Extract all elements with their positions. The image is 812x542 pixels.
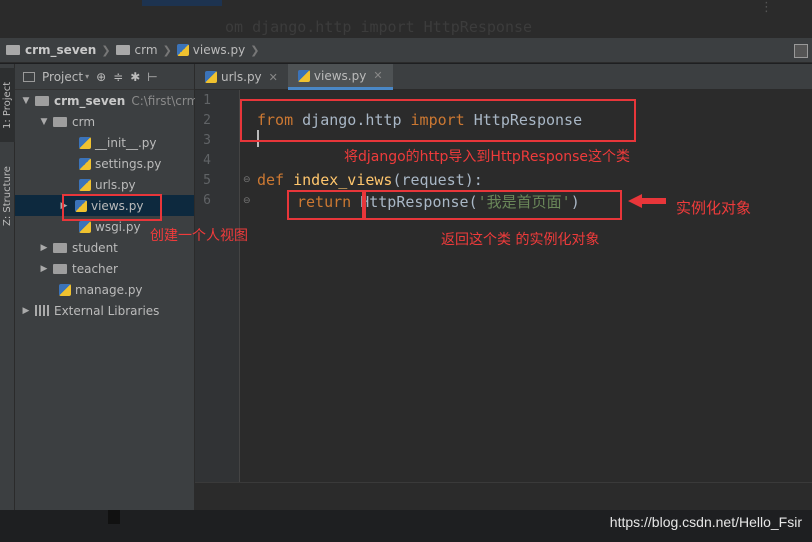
python-file-icon: [297, 69, 310, 82]
breadcrumb-item-project[interactable]: crm_seven: [6, 43, 96, 57]
python-file-icon: [205, 71, 217, 83]
tree-item-manage[interactable]: manage.py: [59, 279, 143, 300]
hide-panel-icon[interactable]: ⊢: [147, 70, 157, 84]
tab-views[interactable]: views.py ✕: [287, 64, 393, 90]
line-number: 1: [203, 93, 211, 108]
tab-urls[interactable]: urls.py ✕: [195, 64, 288, 90]
tree-item-teacher[interactable]: ▶ teacher: [39, 258, 118, 279]
project-panel: Project ▾ ⊕ ≑ ✱ ⊢ ▼ crm_seven C:\first\crm…: [15, 64, 204, 510]
python-file-icon: [79, 220, 91, 233]
project-toolbar: Project ▾ ⊕ ≑ ✱ ⊢: [15, 64, 194, 90]
folder-icon: [53, 263, 67, 274]
chevron-right-icon: ❯: [250, 43, 260, 57]
line-number: 5: [203, 173, 211, 188]
breadcrumb-item-file[interactable]: views.py: [176, 43, 245, 57]
tool-window-strip: 1: Project Z: Structure: [0, 64, 15, 510]
expand-arrow-icon[interactable]: ▶: [39, 243, 49, 253]
project-view-icon: [23, 71, 35, 82]
folder-icon: [6, 45, 20, 55]
project-view-dropdown[interactable]: Project: [42, 70, 83, 84]
tree-item-external-libraries[interactable]: ▶ External Libraries: [21, 300, 160, 321]
watermark: https://blog.csdn.net/Hello_Fsir: [609, 514, 802, 530]
folder-icon: [35, 95, 49, 106]
python-file-icon: [79, 157, 91, 170]
fold-marker-icon[interactable]: ⊖: [243, 196, 251, 206]
expand-arrow-icon[interactable]: ▼: [39, 117, 49, 127]
annotation-box-return: [287, 190, 364, 220]
annotation-arrow: [628, 194, 666, 208]
tree-item-crm[interactable]: ▼ crm: [39, 111, 95, 132]
tree-item-urls[interactable]: urls.py: [79, 174, 136, 195]
background-ghost-code: om django.http import HttpResponse: [225, 18, 533, 36]
close-icon[interactable]: ✕: [269, 71, 278, 84]
background-highlight: [142, 0, 222, 6]
editor-tabs: urls.py ✕ views.py ✕: [195, 64, 812, 90]
breadcrumb-item-crm[interactable]: crm: [115, 43, 158, 57]
libraries-icon: [35, 305, 49, 316]
close-icon[interactable]: ✕: [373, 69, 382, 82]
python-file-icon: [79, 178, 91, 191]
code-line-5: def index_views(request):: [257, 171, 483, 189]
expand-arrow-icon[interactable]: ▼: [21, 96, 31, 106]
line-gutter: 1 2 3 4 5 6 ⊖ ⊖: [195, 90, 251, 482]
dropdown-arrow-icon[interactable]: ▾: [85, 72, 89, 81]
expand-arrow-icon[interactable]: ▶: [39, 264, 49, 274]
tree-item-student[interactable]: ▶ student: [39, 237, 118, 258]
expand-arrow-icon[interactable]: ▶: [21, 306, 31, 316]
python-file-icon: [59, 283, 71, 296]
annotation-box-views: [62, 194, 162, 221]
annotation-view-note: 创建一个人视图: [150, 228, 248, 244]
image-preview-icon[interactable]: [794, 44, 808, 58]
folder-icon: [53, 116, 67, 127]
fold-marker-icon[interactable]: ⊖: [243, 175, 251, 185]
line-number: 3: [203, 133, 211, 148]
annotation-instance-note: 实例化对象: [676, 199, 752, 217]
tree-item-init[interactable]: __init__.py: [79, 132, 157, 153]
background-window: om django.http import HttpResponse ⋮: [0, 0, 812, 38]
python-file-icon: [79, 136, 91, 149]
tab-structure-tool[interactable]: Z: Structure: [0, 156, 15, 236]
annotation-box-instance: [364, 190, 622, 220]
tree-item-crm-seven[interactable]: ▼ crm_seven C:\first\crm_: [21, 90, 205, 111]
tab-project-tool[interactable]: 1: Project: [0, 68, 15, 142]
annotation-import-note: 将django的http导入到HttpResponse这个类: [344, 149, 631, 165]
folder-icon: [115, 45, 130, 55]
line-number: 6: [203, 193, 211, 208]
folder-icon: [53, 242, 67, 253]
gear-icon[interactable]: ✱: [130, 70, 140, 84]
python-file-icon: [176, 44, 189, 56]
editor-bottom-area: [195, 482, 812, 510]
line-number: 4: [203, 153, 211, 168]
background-menu-icon: ⋮: [760, 0, 773, 15]
locate-icon[interactable]: ⊕: [96, 70, 106, 84]
tree-item-settings[interactable]: settings.py: [79, 153, 161, 174]
annotation-return-note: 返回这个类 的实例化对象: [441, 232, 600, 248]
annotation-box-import: [240, 99, 636, 142]
chevron-right-icon: ❯: [101, 43, 111, 57]
background-block: [108, 510, 120, 524]
breadcrumb: crm_seven ❯ crm ❯ views.py ❯: [0, 38, 812, 63]
collapse-icon[interactable]: ≑: [113, 70, 123, 84]
chevron-right-icon: ❯: [162, 43, 172, 57]
line-number: 2: [203, 113, 211, 128]
